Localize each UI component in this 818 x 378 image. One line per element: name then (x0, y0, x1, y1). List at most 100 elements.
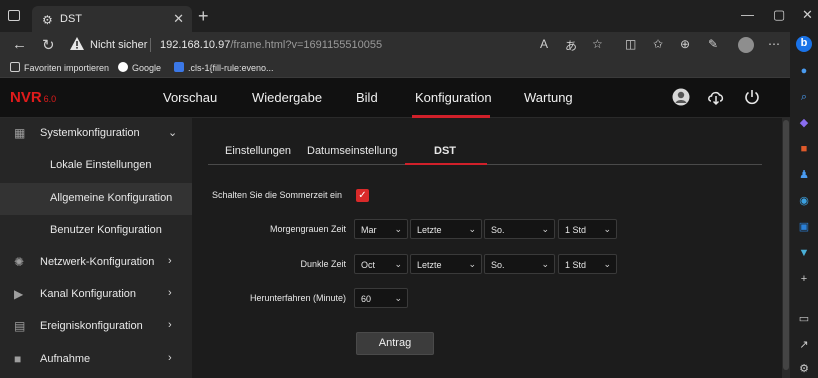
google-icon (118, 62, 128, 72)
sidebar-item-allgemeine-konfiguration[interactable]: Allgemeine Konfiguration (0, 183, 192, 215)
tab-dst[interactable]: DST (434, 145, 456, 157)
sidebar-item-label: Benutzer Konfiguration (50, 224, 162, 236)
chevron-down-icon: ⌄ (468, 224, 476, 234)
menu-item-vorschau[interactable]: Vorschau (163, 90, 217, 105)
people-icon[interactable]: ♟ (797, 168, 811, 182)
tag-icon[interactable]: ◆ (797, 116, 811, 130)
sidebar-item-kanal-konfiguration[interactable]: ▶ Kanal Konfiguration › (0, 279, 192, 311)
maximize-icon[interactable]: ▢ (773, 7, 785, 23)
new-tab-button[interactable]: + (198, 6, 209, 27)
chevron-right-icon: › (168, 287, 172, 299)
chevron-down-icon: ⌄ (394, 293, 402, 303)
url-host: 192.168.10.97 (160, 39, 231, 51)
dst-enable-checkbox[interactable]: ✓ (356, 189, 369, 202)
menu-item-wartung[interactable]: Wartung (524, 90, 573, 105)
tab-favicon-icon: ⚙ (42, 13, 53, 27)
reload-icon[interactable]: ↻ (42, 36, 55, 54)
import-icon (10, 62, 20, 72)
external-link-icon[interactable]: ↗ (797, 338, 811, 352)
minimize-icon[interactable]: — (741, 7, 754, 22)
address-separator (150, 38, 151, 52)
sidebar-item-benutzer-konfiguration[interactable]: Benutzer Konfiguration (0, 215, 192, 247)
read-aloud-icon[interactable]: A (540, 37, 548, 51)
browser-tab[interactable]: ⚙ DST ✕ (32, 6, 192, 32)
sidebar-item-lokale-einstellungen[interactable]: Lokale Einstellungen (0, 150, 192, 182)
system-config-icon: ▦ (14, 126, 26, 140)
url-field[interactable]: 192.168.10.97/frame.html?v=1691155510055 (160, 39, 382, 51)
sidebar-item-label: Lokale Einstellungen (50, 159, 152, 171)
sidebar-item-systemkonfiguration[interactable]: ▦ Systemkonfiguration ⌄ (0, 118, 192, 150)
close-window-icon[interactable]: ✕ (802, 7, 813, 23)
menu-item-wiedergabe[interactable]: Wiedergabe (252, 90, 322, 105)
sidebar-item-netzwerk-konfiguration[interactable]: ✺ Netzwerk-Konfiguration › (0, 247, 192, 279)
settings-gear-icon[interactable]: ⚙ (797, 362, 811, 376)
select-value: Letzte (417, 260, 442, 270)
chevron-right-icon: › (168, 352, 172, 364)
collections-icon[interactable]: ⊕ (680, 37, 690, 51)
start-hour-select[interactable]: 1 Std ⌄ (558, 219, 617, 239)
sidebar-item-ereigniskonfiguration[interactable]: ▤ Ereigniskonfiguration › (0, 311, 192, 343)
favorites-item-label: Google (132, 63, 162, 73)
translate-icon[interactable]: あ (565, 37, 577, 54)
start-week-select[interactable]: Letzte ⌄ (410, 219, 482, 239)
start-month-select[interactable]: Mar ⌄ (354, 219, 408, 239)
shutdown-minutes-label: Herunterfahren (Minute) (249, 293, 346, 303)
select-value: 1 Std (565, 225, 587, 235)
tab-einstellungen[interactable]: Einstellungen (225, 145, 291, 157)
search-icon[interactable]: ⌕ (797, 90, 811, 104)
user-avatar-icon[interactable] (672, 88, 690, 106)
back-icon[interactable]: ← (12, 36, 27, 53)
edge-sidebar: b ● ⌕ ◆ ■ ♟ ◉ ▣ ▼ + ▭ ↗ ⚙ (790, 32, 818, 378)
cloud-download-icon[interactable] (707, 88, 725, 106)
profile-avatar[interactable] (738, 37, 754, 53)
add-icon[interactable]: + (797, 272, 811, 286)
browser-tab-bar: ⚙ DST ✕ + — ▢ ✕ (0, 0, 818, 32)
tab-datumseinstellung[interactable]: Datumseinstellung (307, 145, 398, 157)
dst-enable-label: Schalten Sie die Sommerzeit ein (212, 190, 343, 200)
scrollbar-thumb[interactable] (783, 120, 789, 370)
favorites-item-label: .cls-1{fill-rule:eveno... (188, 63, 274, 73)
camera-icon: ▶ (14, 287, 24, 301)
chevron-down-icon: ⌄ (603, 259, 611, 269)
games-icon[interactable]: ◉ (797, 194, 811, 208)
select-value: Mar (361, 225, 377, 235)
favorites-item[interactable]: .cls-1{fill-rule:eveno... (174, 62, 274, 73)
sidebar-item-aufnahme[interactable]: ■ Aufnahme › (0, 344, 192, 376)
extensions-icon[interactable]: ✎ (708, 37, 718, 51)
favorite-star-icon[interactable]: ☆ (592, 37, 603, 51)
start-day-select[interactable]: So. ⌄ (484, 219, 555, 239)
end-month-select[interactable]: Oct ⌄ (354, 254, 408, 274)
apply-button[interactable]: Antrag (356, 332, 434, 355)
page-icon (174, 62, 184, 72)
outlook-icon[interactable]: ▣ (797, 220, 811, 234)
menu-item-konfiguration[interactable]: Konfiguration (415, 90, 492, 105)
chevron-down-icon: ⌄ (168, 127, 178, 139)
app-header: NVR 6.0 Vorschau Wiedergabe Bild Konfigur… (0, 78, 790, 118)
sidebar-item-label: Kanal Konfiguration (40, 288, 137, 300)
network-icon: ✺ (14, 255, 25, 269)
end-week-select[interactable]: Letzte ⌄ (410, 254, 482, 274)
security-warning[interactable]: Nicht sicher (90, 39, 147, 51)
favorites-item[interactable]: Favoriten importieren (10, 62, 109, 73)
chevron-down-icon: ⌄ (541, 224, 549, 234)
end-hour-select[interactable]: 1 Std ⌄ (558, 254, 617, 274)
split-screen-icon[interactable]: ◫ (625, 37, 636, 51)
tools-icon[interactable]: ■ (797, 142, 811, 156)
tab-title: DST (60, 13, 82, 25)
config-sidebar: ▦ Systemkonfiguration ⌄ Lokale Einstellu… (0, 118, 192, 378)
menu-item-bild[interactable]: Bild (356, 90, 378, 105)
send-icon[interactable]: ▼ (797, 246, 811, 260)
more-menu-icon[interactable]: ⋯ (768, 37, 780, 51)
power-icon[interactable] (743, 88, 761, 106)
shutdown-minutes-select[interactable]: 60 ⌄ (354, 288, 408, 308)
favorites-item[interactable]: Google (118, 62, 161, 73)
active-tab-indicator (405, 163, 487, 165)
window-menu-icon[interactable] (8, 10, 20, 21)
select-value: 1 Std (565, 260, 587, 270)
notification-bell-icon[interactable]: ● (797, 64, 811, 78)
sidebar-toggle-icon[interactable]: ▭ (797, 312, 811, 326)
tab-close-icon[interactable]: ✕ (173, 11, 184, 27)
end-day-select[interactable]: So. ⌄ (484, 254, 555, 274)
copilot-icon[interactable]: b (796, 36, 812, 52)
favorites-icon[interactable]: ✩ (653, 37, 663, 51)
